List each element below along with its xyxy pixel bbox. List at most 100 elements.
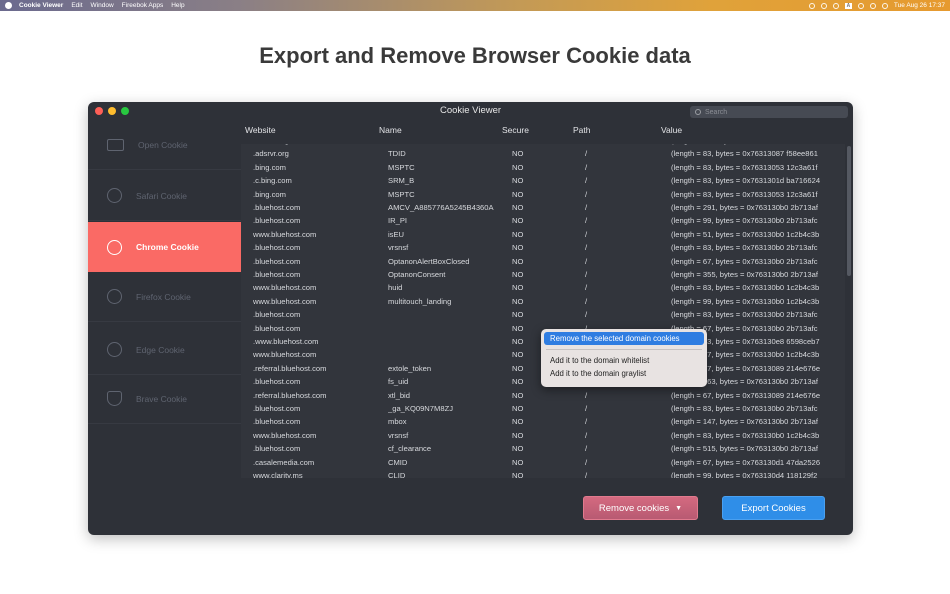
menu-app-name[interactable]: Cookie Viewer — [19, 2, 63, 9]
menu-bar-clock[interactable]: Tue Aug 26 17:37 — [894, 2, 945, 9]
table-row[interactable]: www.bluehost.com vrsnsf NO / (length = 83, b… — [241, 430, 845, 443]
secure-cell: NO — [512, 310, 524, 320]
secure-cell: NO — [512, 162, 524, 172]
sidebar-item-edge-cookie[interactable]: Edge Cookie — [88, 325, 241, 375]
website-cell: www.bluehost.com — [253, 283, 317, 293]
value-cell: (length = 83, bytes = 0x7631301d ba71662… — [671, 176, 821, 186]
tray-bluetooth-icon[interactable] — [832, 2, 839, 9]
sidebar-item-safari-cookie[interactable]: Safari Cookie — [88, 171, 241, 221]
website-cell: .bluehost.com — [253, 216, 301, 226]
website-cell: .bluehost.com — [253, 377, 301, 387]
search-icon[interactable] — [869, 2, 876, 9]
sidebar-item-firefox-cookie[interactable]: Firefox Cookie — [88, 272, 241, 322]
browser-sidebar: Open Cookie Safari Cookie Chrome Cookie … — [88, 120, 241, 535]
table-body[interactable]: .adsrvr.org TDCPM NO / (length = 243, bytes … — [241, 144, 845, 478]
secure-cell: NO — [512, 337, 524, 346]
input-source-icon[interactable]: A — [844, 2, 852, 9]
table-row[interactable]: .bluehost.com vrsnsf NO / (length = 83, byte… — [241, 242, 845, 255]
path-cell: / — [585, 176, 588, 186]
table-row[interactable]: www.clarity.ms CLID NO / (length = 99, bytes… — [241, 470, 845, 478]
secure-cell: NO — [512, 457, 524, 467]
search-field[interactable]: Search — [690, 106, 848, 118]
name-cell: TDID — [388, 149, 406, 159]
secure-cell: NO — [512, 203, 524, 212]
value-cell: (length = 515, bytes = 0x763130b0 2b713a… — [671, 444, 818, 454]
menu-separator — [546, 349, 702, 350]
secure-cell: NO — [512, 283, 524, 293]
table-row[interactable]: .adsrvr.org TDID NO / (length = 83, bytes = … — [241, 148, 845, 161]
table-row[interactable]: .bluehost.com IR_PI NO / (length = 99, bytes… — [241, 215, 845, 228]
table-row[interactable]: .casalemedia.com CMID NO / (length = 67, byt… — [241, 457, 845, 470]
table-row[interactable]: .referral.bluehost.com xtl_bid NO / (length … — [241, 390, 845, 403]
secure-cell: NO — [512, 323, 524, 333]
table-row[interactable]: .bluehost.com OptanonConsent NO / (length = … — [241, 269, 845, 282]
path-cell: / — [585, 310, 588, 320]
menu-edit[interactable]: Edit — [71, 2, 82, 9]
website-cell: .bluehost.com — [253, 243, 301, 253]
path-cell: / — [585, 390, 588, 400]
edge-icon — [107, 342, 122, 357]
tray-notification-icon[interactable] — [820, 2, 827, 9]
path-cell: / — [585, 444, 588, 454]
control-center-icon[interactable] — [881, 2, 888, 9]
table-row[interactable]: .bluehost.com NO / (length = 83, bytes = 0x… — [241, 309, 845, 322]
menu-window[interactable]: Window — [91, 2, 114, 9]
table-row[interactable]: .bluehost.com _ga_KQ09N7M8ZJ NO / (length = … — [241, 403, 845, 416]
column-header-name[interactable]: Name — [379, 125, 402, 135]
tray-app-icon[interactable] — [808, 2, 815, 9]
table-row[interactable]: .c.bing.com SRM_B NO / (length = 83, bytes =… — [241, 175, 845, 188]
column-header-website[interactable]: Website — [245, 125, 276, 135]
value-cell: (length = 83, bytes = 0x763130b0 2b713af… — [671, 310, 818, 320]
website-cell: .bluehost.com — [253, 323, 301, 333]
sidebar-item-label: Open Cookie — [138, 139, 188, 150]
secure-cell: NO — [512, 350, 524, 360]
secure-cell: NO — [512, 176, 524, 186]
secure-cell: NO — [512, 216, 524, 226]
path-cell: / — [585, 256, 588, 266]
path-cell: / — [585, 296, 588, 306]
path-cell: / — [585, 417, 588, 427]
sidebar-item-open-cookie[interactable]: Open Cookie — [88, 120, 241, 170]
column-header-value[interactable]: Value — [661, 125, 682, 135]
table-row[interactable]: www.bluehost.com isEU NO / (length = 51, byt… — [241, 229, 845, 242]
menu-help[interactable]: Help — [171, 2, 184, 9]
table-row[interactable]: .bing.com MSPTC NO / (length = 83, bytes = 0… — [241, 189, 845, 202]
value-cell: (length = 83, bytes = 0x763130b0 1c2b4c3… — [671, 430, 820, 440]
menu-item-add-graylist[interactable]: Add it to the domain graylist — [544, 367, 704, 380]
export-cookies-button[interactable]: Export Cookies — [722, 496, 825, 520]
table-row[interactable]: .bluehost.com AMCV_A885776A5245B4360A NO / (… — [241, 202, 845, 215]
website-cell: .casalemedia.com — [253, 457, 315, 467]
value-cell: (length = 355, bytes = 0x763130b0 2b713a… — [671, 270, 818, 279]
secure-cell: NO — [512, 149, 524, 159]
apple-icon[interactable] — [5, 2, 12, 9]
name-cell: vrsnsf — [388, 430, 409, 440]
menu-item-add-whitelist[interactable]: Add it to the domain whitelist — [544, 354, 704, 367]
remove-cookies-button[interactable]: Remove cookies ▼ — [583, 496, 698, 520]
column-header-path[interactable]: Path — [573, 125, 591, 135]
website-cell: .bluehost.com — [253, 270, 301, 279]
path-cell: / — [585, 162, 588, 172]
sidebar-item-brave-cookie[interactable]: Brave Cookie — [88, 374, 241, 424]
sidebar-item-chrome-cookie[interactable]: Chrome Cookie — [88, 222, 241, 272]
table-row[interactable]: .bing.com MSPTC NO / (length = 83, bytes = 0… — [241, 162, 845, 175]
menu-item-remove-selected-domain[interactable]: Remove the selected domain cookies — [544, 332, 704, 345]
table-row[interactable]: .bluehost.com OptanonAlertBoxClosed NO / (le… — [241, 256, 845, 269]
table-row[interactable]: www.bluehost.com multitouch_landing NO / (le… — [241, 296, 845, 309]
menu-fireebok-apps[interactable]: Fireebok Apps — [122, 2, 164, 9]
table-scrollbar[interactable] — [847, 146, 851, 276]
secure-cell: NO — [512, 430, 524, 440]
wifi-icon[interactable] — [857, 2, 864, 9]
secure-cell: NO — [512, 144, 542, 145]
table-row[interactable]: .bluehost.com mbox NO / (length = 147, bytes… — [241, 416, 845, 429]
column-header-secure[interactable]: Secure — [502, 125, 529, 135]
website-cell: www.bluehost.com — [253, 430, 317, 440]
value-cell: (length = 83, bytes = 0x763130b0 2b713af… — [671, 243, 818, 253]
table-row[interactable]: .bluehost.com cf_clearance NO / (length = 51… — [241, 443, 845, 456]
search-placeholder: Search — [705, 108, 728, 116]
value-cell: (length = 83, bytes = 0x76313053 12c3a61… — [671, 189, 818, 199]
secure-cell: NO — [512, 444, 524, 454]
name-cell: MSPTC — [388, 189, 415, 199]
table-row[interactable]: www.bluehost.com huid NO / (length = 83, byt… — [241, 282, 845, 295]
path-cell: / — [585, 144, 605, 145]
path-cell: / — [585, 203, 588, 212]
